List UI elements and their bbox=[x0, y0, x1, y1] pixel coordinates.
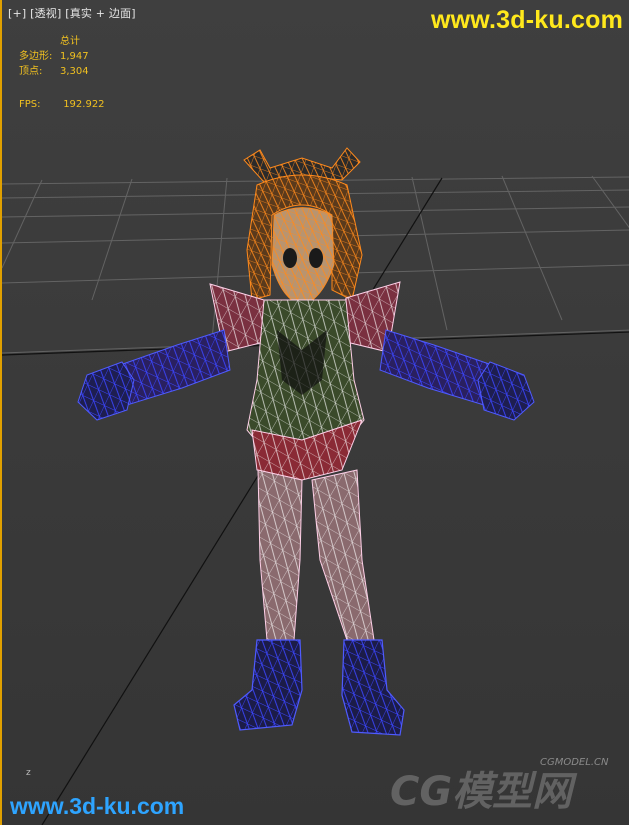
fps-value: 192.922 bbox=[63, 99, 105, 110]
fps-label: FPS: bbox=[19, 99, 41, 110]
verts-label: 顶点: bbox=[19, 66, 43, 77]
cg-logo-text: CG模型网 bbox=[390, 769, 578, 815]
polys-label: 多边形: bbox=[19, 51, 53, 62]
viewport-label[interactable]: [+] [透视] [真实 + 边面] bbox=[8, 5, 136, 21]
torso bbox=[246, 299, 365, 481]
viewport-menu-plus[interactable]: [+] bbox=[8, 7, 26, 20]
left-arm bbox=[77, 329, 231, 421]
cg-logo: CGMODEL.CN CG模型网 bbox=[390, 757, 609, 815]
stats-title: 总计 bbox=[60, 36, 80, 47]
polys-value: 1,947 bbox=[60, 51, 89, 62]
viewport-perspective[interactable]: [+] [透视] [真实 + 边面] 总计 多边形: 1,947 顶点: 3,3… bbox=[0, 0, 629, 825]
watermark-top: www.3d-ku.com bbox=[431, 6, 623, 34]
stats-overlay: 总计 多边形: 1,947 顶点: 3,304 bbox=[19, 34, 89, 79]
viewport-menu-shading[interactable]: [真实 + 边面] bbox=[65, 7, 136, 20]
watermark-bottom: www.3d-ku.com bbox=[10, 793, 185, 819]
viewport-menu-view[interactable]: [透视] bbox=[30, 7, 61, 20]
face bbox=[271, 207, 335, 306]
verts-value: 3,304 bbox=[60, 66, 89, 77]
cg-logo-url: CGMODEL.CN bbox=[540, 757, 609, 768]
right-arm bbox=[379, 329, 535, 421]
legs bbox=[257, 469, 375, 641]
character-model-wireframe[interactable] bbox=[2, 0, 629, 825]
axis-z-label: z bbox=[26, 768, 31, 778]
boots bbox=[233, 639, 405, 736]
fps-readout: FPS: 192.922 bbox=[19, 99, 105, 110]
